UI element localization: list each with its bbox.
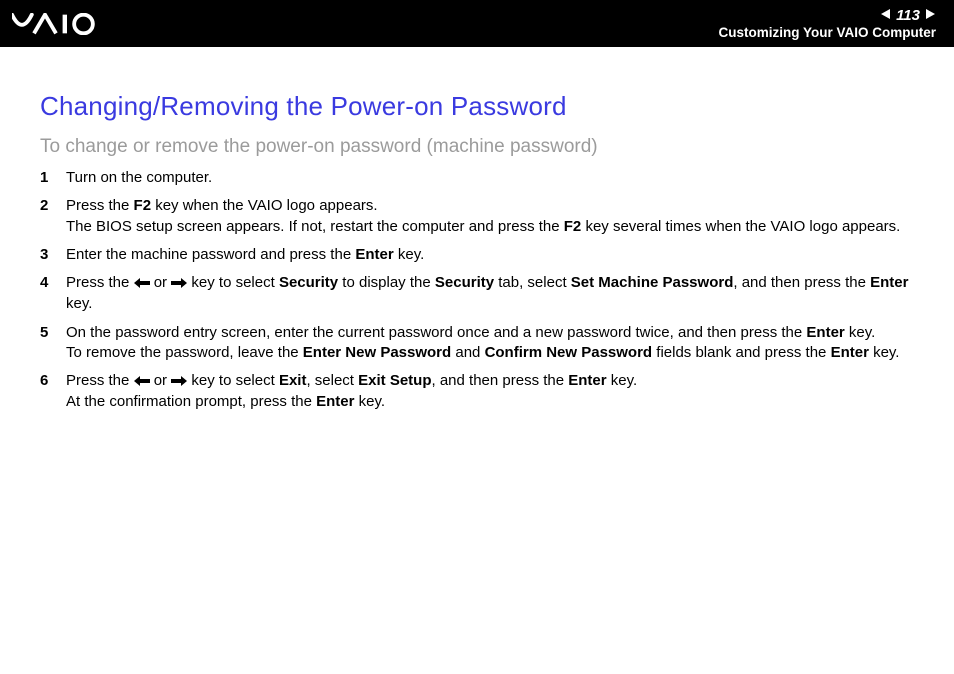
step-3: Enter the machine password and press the…	[40, 245, 914, 265]
step-4: Press the or key to select Security to d…	[40, 273, 914, 315]
instruction-list: Turn on the computer. Press the F2 key w…	[40, 168, 914, 413]
left-arrow-icon	[134, 274, 150, 294]
step-6: Press the or key to select Exit, select …	[40, 371, 914, 413]
left-arrow-icon	[134, 372, 150, 392]
page-subtitle: To change or remove the power-on passwor…	[40, 136, 914, 158]
next-page-arrow-icon[interactable]	[924, 8, 936, 23]
step-text: Press the or key to select Exit, select …	[66, 371, 914, 413]
prev-page-arrow-icon[interactable]	[880, 8, 892, 23]
right-arrow-icon	[171, 274, 187, 294]
right-arrow-icon	[171, 372, 187, 392]
step-2: Press the F2 key when the VAIO logo appe…	[40, 196, 914, 237]
step-text: On the password entry screen, enter the …	[66, 323, 914, 364]
step-text: Turn on the computer.	[66, 168, 914, 188]
step-text: Press the F2 key when the VAIO logo appe…	[66, 196, 914, 237]
page-number: 113	[896, 8, 920, 23]
header-bar: 113 Customizing Your VAIO Computer	[0, 0, 954, 47]
section-title: Customizing Your VAIO Computer	[718, 25, 936, 40]
page-content: Changing/Removing the Power-on Password …	[0, 47, 954, 413]
step-text: Press the or key to select Security to d…	[66, 273, 914, 315]
vaio-logo	[12, 13, 122, 35]
page-navigation: 113	[718, 8, 936, 23]
page-title: Changing/Removing the Power-on Password	[40, 91, 914, 122]
step-text: Enter the machine password and press the…	[66, 245, 914, 265]
step-1: Turn on the computer.	[40, 168, 914, 188]
step-5: On the password entry screen, enter the …	[40, 323, 914, 364]
